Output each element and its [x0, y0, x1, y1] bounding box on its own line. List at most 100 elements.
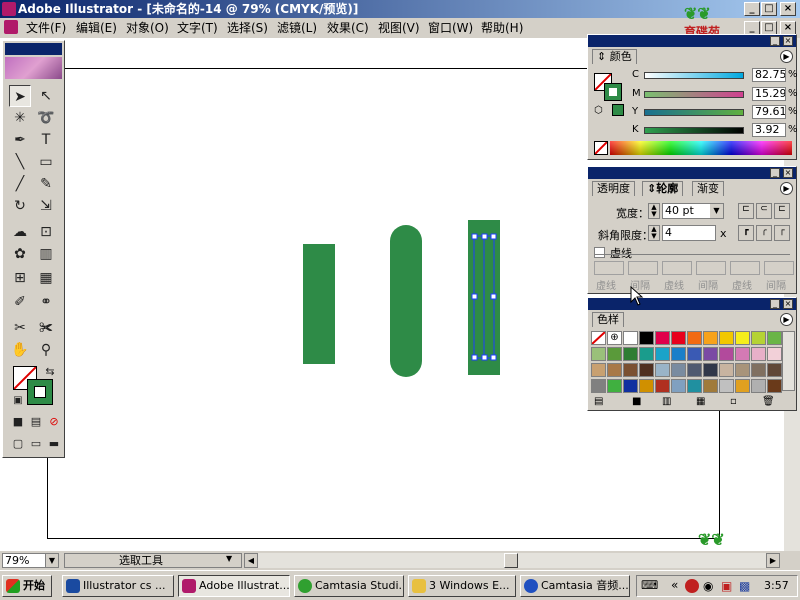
swatch[interactable]	[607, 347, 622, 361]
status-tool-field[interactable]: 选取工具	[64, 553, 242, 568]
menu-effect[interactable]: 效果(C)	[327, 20, 369, 36]
taskbar-item-camtasia-audio[interactable]: Camtasia 音频...	[520, 575, 630, 597]
scale-tool-icon[interactable]: ⇲	[35, 195, 57, 217]
close-button[interactable]: ×	[780, 2, 796, 16]
dash-field[interactable]	[662, 261, 692, 275]
none-color-icon[interactable]	[594, 141, 608, 155]
new-swatch-icon[interactable]: ▫	[730, 395, 737, 409]
blend-tool-icon[interactable]: ⚭	[35, 291, 57, 313]
swatch[interactable]	[623, 347, 638, 361]
channel-c-slider[interactable]	[644, 72, 744, 79]
swatch[interactable]	[655, 363, 670, 377]
dash-field[interactable]	[594, 261, 624, 275]
swatch[interactable]	[607, 363, 622, 377]
selection-handles[interactable]	[466, 230, 502, 364]
swatch[interactable]	[591, 379, 606, 393]
antivirus-icon[interactable]: ◉	[703, 579, 713, 593]
doc-minimize-button[interactable]: _	[744, 21, 760, 35]
miter-field[interactable]: 4	[662, 225, 716, 241]
swatch[interactable]	[767, 331, 782, 345]
menu-edit[interactable]: 编辑(E)	[76, 20, 117, 36]
swatch-scrollbar[interactable]	[782, 331, 795, 391]
butt-cap-icon[interactable]: ⊏	[738, 203, 754, 219]
minimize-button[interactable]: _	[744, 2, 760, 16]
square-cap-icon[interactable]: ⊏	[774, 203, 790, 219]
swatch[interactable]	[751, 379, 766, 393]
tab-color[interactable]: ⇕ 颜色	[592, 49, 637, 64]
record-icon[interactable]	[685, 579, 699, 593]
tab-gradient[interactable]: 渐变	[692, 181, 724, 196]
taskbar-item-windows-explorer[interactable]: 3 Windows E...	[408, 575, 516, 597]
miter-stepper[interactable]: ▲ ▼	[648, 225, 660, 241]
swatch[interactable]	[639, 347, 654, 361]
free-transform-tool-icon[interactable]: ⊡	[35, 221, 57, 243]
swap-arrow-icon[interactable]: ⇆	[39, 361, 61, 383]
horizontal-scrollbar[interactable]	[258, 553, 766, 568]
scroll-left-button[interactable]: ◀	[244, 553, 258, 568]
display-icon[interactable]: ▩	[739, 579, 750, 593]
menu-select[interactable]: 选择(S)	[227, 20, 268, 36]
none-mode-icon[interactable]: ⊘	[43, 411, 65, 433]
swatch[interactable]	[671, 331, 686, 345]
web-color-swatch[interactable]	[612, 104, 624, 116]
scroll-right-button[interactable]: ▶	[766, 553, 780, 568]
swatch[interactable]	[687, 331, 702, 345]
swatch[interactable]	[703, 379, 718, 393]
tab-transparency[interactable]: 透明度	[592, 181, 635, 196]
expand-tray-icon[interactable]: «	[671, 578, 678, 592]
symbol-sprayer-tool-icon[interactable]: ✿	[9, 243, 31, 265]
channel-y-value[interactable]: 79.61	[752, 105, 786, 119]
swatch[interactable]	[703, 347, 718, 361]
swatch[interactable]	[767, 363, 782, 377]
paintbrush-tool-icon[interactable]: ╱	[9, 173, 31, 195]
menu-filter[interactable]: 滤镜(L)	[277, 20, 317, 36]
default-colors-icon[interactable]: ▣	[7, 390, 29, 412]
swatch[interactable]	[591, 363, 606, 377]
rotate-tool-icon[interactable]: ↻	[9, 195, 31, 217]
swatch[interactable]	[735, 347, 750, 361]
show-color-swatches-icon[interactable]: ■	[632, 395, 641, 409]
channel-y-slider[interactable]	[644, 109, 744, 116]
registration-swatch[interactable]: ⊕	[607, 331, 622, 345]
swatch[interactable]	[751, 331, 766, 345]
panel-menu-icon[interactable]: ▶	[780, 50, 793, 63]
show-gradient-swatches-icon[interactable]: ▥	[662, 395, 671, 409]
swatch[interactable]	[655, 331, 670, 345]
panel-menu-icon[interactable]: ▶	[780, 313, 793, 326]
swatch[interactable]	[623, 331, 638, 345]
swatch[interactable]	[735, 363, 750, 377]
swatch[interactable]	[623, 379, 638, 393]
color-spectrum-bar[interactable]	[610, 141, 792, 155]
swatch[interactable]	[687, 347, 702, 361]
pen-tool-icon[interactable]: ✒	[9, 129, 31, 151]
swatch[interactable]	[671, 347, 686, 361]
gap-field[interactable]	[628, 261, 658, 275]
swatch[interactable]	[623, 363, 638, 377]
channel-k-value[interactable]: 3.92	[752, 123, 786, 137]
channel-k-slider[interactable]	[644, 127, 744, 134]
gap-field[interactable]	[696, 261, 726, 275]
swatch[interactable]	[671, 363, 686, 377]
pencil-tool-icon[interactable]: ✎	[35, 173, 57, 195]
swatch[interactable]	[719, 347, 734, 361]
rectangle-shape[interactable]	[303, 244, 335, 364]
magic-wand-tool-icon[interactable]: ✳	[9, 107, 31, 129]
fullscreen-icon[interactable]: ▬	[43, 433, 65, 455]
doc-close-button[interactable]: ×	[780, 21, 796, 35]
taskbar-item-adobe-illustrator[interactable]: Adobe Illustrat...	[178, 575, 290, 597]
swatch[interactable]	[767, 379, 782, 393]
dash-field[interactable]	[730, 261, 760, 275]
mesh-tool-icon[interactable]: ⊞	[9, 267, 31, 289]
swatch[interactable]	[703, 331, 718, 345]
scroll-thumb[interactable]	[504, 553, 518, 568]
gradient-tool-icon[interactable]: ▦	[35, 267, 57, 289]
color-stroke-swatch[interactable]	[604, 83, 622, 101]
swatch[interactable]	[655, 379, 670, 393]
taskbar-item-illustrator-doc[interactable]: Illustrator cs ...	[62, 575, 174, 597]
swatch[interactable]	[591, 347, 606, 361]
slice-tool-icon[interactable]: ✂	[9, 317, 31, 339]
zoom-dropdown-icon[interactable]: ▼	[45, 553, 59, 568]
show-all-swatches-icon[interactable]: ▤	[594, 395, 603, 409]
doc-restore-button[interactable]: □	[761, 21, 777, 35]
menu-file[interactable]: 文件(F)	[26, 20, 66, 36]
